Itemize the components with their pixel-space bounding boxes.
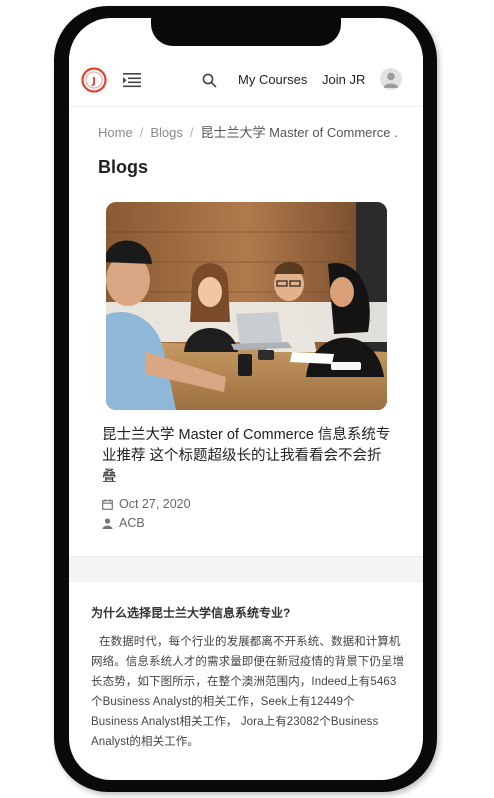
post-author-text: ACB — [119, 516, 145, 530]
phone-notch — [151, 18, 341, 46]
phone-screen: J My Courses Join JR Home / Blogs / 昆士兰大… — [69, 18, 423, 780]
post-date-text: Oct 27, 2020 — [119, 497, 191, 511]
page-title: Blogs — [98, 157, 149, 177]
article-body: 在数据时代，每个行业的发展都离不开系统、数据和计算机网络。信息系统人才的需求量即… — [91, 636, 405, 748]
menu-toggle-icon[interactable] — [123, 72, 141, 88]
svg-text:J: J — [91, 76, 96, 87]
phone-frame: J My Courses Join JR Home / Blogs / 昆士兰大… — [54, 6, 437, 792]
join-jr-link[interactable]: Join JR — [322, 72, 365, 87]
user-icon — [102, 518, 113, 529]
post-title[interactable]: 昆士兰大学 Master of Commerce 信息系统专业推荐 这个标题超级… — [102, 425, 394, 488]
user-avatar-icon[interactable] — [380, 68, 402, 90]
breadcrumb-blogs[interactable]: Blogs — [150, 125, 183, 140]
search-icon[interactable] — [202, 73, 217, 88]
my-courses-link[interactable]: My Courses — [238, 72, 307, 87]
article-heading: 为什么选择昆士兰大学信息系统专业? — [91, 606, 291, 620]
jr-logo-icon[interactable]: J — [81, 67, 107, 93]
top-nav-bar: J My Courses Join JR — [69, 56, 423, 107]
breadcrumb-separator: / — [189, 125, 194, 140]
breadcrumb-current: 昆士兰大学 Master of Commerce ... — [200, 125, 398, 140]
breadcrumb: Home / Blogs / 昆士兰大学 Master of Commerce ... — [98, 122, 398, 141]
breadcrumb-separator: / — [139, 125, 144, 140]
post-author: ACB — [102, 516, 145, 530]
breadcrumb-home[interactable]: Home — [98, 125, 133, 140]
team-meeting-photo[interactable] — [106, 202, 387, 410]
post-date: Oct 27, 2020 — [102, 497, 191, 511]
calendar-icon — [102, 499, 113, 510]
section-divider — [69, 556, 423, 582]
